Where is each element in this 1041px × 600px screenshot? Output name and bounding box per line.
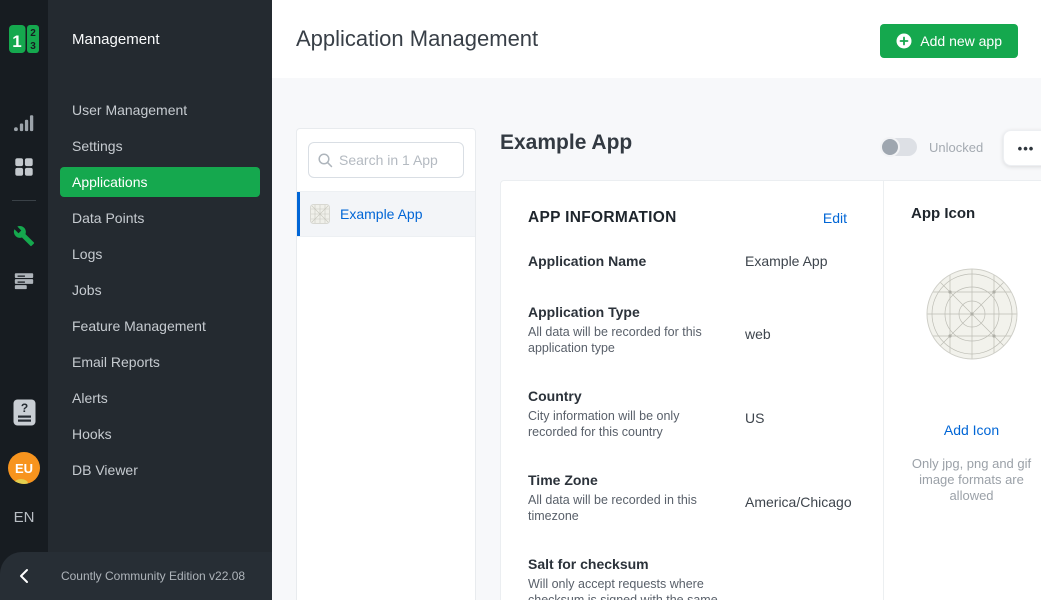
application-management-page: 1 2 3 — [0, 0, 1041, 600]
sidebar-item-user-management[interactable]: User Management — [60, 95, 260, 125]
selected-app-title: Example App — [500, 131, 632, 155]
field-label: Country — [528, 386, 745, 407]
lock-state-label: Unlocked — [929, 140, 983, 155]
field-time-zone: Time Zone All data will be recorded in t… — [528, 470, 847, 524]
sidebar-item-data-points[interactable]: Data Points — [60, 203, 260, 233]
field-salt-for-checksum: Salt for checksum Will only accept reque… — [528, 554, 847, 600]
field-country: Country City information will be only re… — [528, 386, 847, 440]
analytics-bar-chart-icon[interactable] — [0, 112, 48, 134]
plus-circle-icon — [896, 33, 912, 49]
database-server-icon[interactable] — [0, 270, 48, 292]
icon-format-hint: Only jpg, png and gif image formats are … — [901, 456, 1041, 504]
svg-text:?: ? — [20, 401, 27, 415]
edit-link[interactable]: Edit — [823, 210, 847, 226]
sidebar-footer: Countly Community Edition v22.08 — [0, 552, 272, 600]
ellipsis-icon: ••• — [1018, 141, 1035, 156]
menu-nav: User Management Settings Applications Da… — [48, 95, 272, 491]
app-icon-placeholder — [926, 268, 1018, 360]
sidebar-item-settings[interactable]: Settings — [60, 131, 260, 161]
field-value: web — [745, 324, 847, 356]
more-options-button[interactable]: ••• — [1003, 130, 1041, 166]
sidebar-item-db-viewer[interactable]: DB Viewer — [60, 455, 260, 485]
app-detail-card: APP INFORMATION Edit Application Name Ex… — [500, 180, 1041, 600]
field-value: Example App — [745, 251, 847, 272]
main-content: Example App Example App Unlocked ••• APP… — [272, 78, 1041, 600]
field-label: Time Zone — [528, 470, 745, 491]
field-value: US — [745, 408, 847, 440]
sidebar-item-email-reports[interactable]: Email Reports — [60, 347, 260, 377]
field-value — [745, 576, 847, 600]
svg-text:3: 3 — [30, 41, 36, 52]
lock-toggle-knob — [880, 137, 900, 157]
management-wrench-icon[interactable] — [0, 225, 48, 247]
menu-title: Management — [72, 31, 160, 48]
sidebar-item-feature-management[interactable]: Feature Management — [60, 311, 260, 341]
sidebar-item-jobs[interactable]: Jobs — [60, 275, 260, 305]
field-label: Application Name — [528, 251, 745, 272]
add-icon-link[interactable]: Add Icon — [944, 422, 999, 438]
field-description: Will only accept requests where checksum… — [528, 576, 728, 600]
field-description: All data will be recorded in this timezo… — [528, 492, 728, 524]
dashboard-grid-icon[interactable] — [0, 156, 48, 178]
app-icon-title: App Icon — [884, 205, 1041, 222]
sidebar: 1 2 3 — [0, 0, 272, 600]
field-value: America/Chicago — [745, 492, 852, 524]
avatar-initials: EU — [15, 461, 33, 476]
sidebar-menu-panel: Management User Management Settings Appl… — [48, 0, 272, 600]
strip-divider — [12, 200, 36, 201]
app-information-section: APP INFORMATION Edit Application Name Ex… — [501, 181, 884, 600]
collapse-sidebar-chevron-icon[interactable] — [0, 568, 48, 584]
section-title: APP INFORMATION — [528, 209, 677, 227]
field-label: Salt for checksum — [528, 554, 745, 575]
svg-text:1: 1 — [12, 32, 21, 51]
countly-logo-icon[interactable]: 1 2 3 — [8, 22, 40, 61]
add-new-app-label: Add new app — [920, 33, 1002, 49]
lock-toggle-group: Unlocked — [881, 138, 983, 156]
app-thumbnail-icon — [310, 204, 330, 224]
language-selector[interactable]: EN — [0, 509, 48, 526]
lock-toggle[interactable] — [881, 138, 917, 156]
field-description: City information will be only recorded f… — [528, 408, 728, 440]
field-label: Application Type — [528, 302, 745, 323]
sidebar-item-logs[interactable]: Logs — [60, 239, 260, 269]
sidebar-item-alerts[interactable]: Alerts — [60, 383, 260, 413]
search-icon — [317, 152, 333, 168]
add-new-app-button[interactable]: Add new app — [880, 24, 1018, 58]
sidebar-item-applications[interactable]: Applications — [60, 167, 260, 197]
top-header: Application Management Add new app — [272, 0, 1041, 78]
app-list-item-example-app[interactable]: Example App — [297, 191, 475, 237]
version-label: Countly Community Edition v22.08 — [48, 569, 272, 583]
app-list-panel: Example App — [296, 128, 476, 600]
user-avatar[interactable]: EU — [8, 452, 40, 484]
app-list-item-label: Example App — [340, 206, 423, 222]
sidebar-icon-strip: 1 2 3 — [0, 0, 48, 600]
help-feedback-icon[interactable]: ? — [0, 399, 48, 426]
svg-text:2: 2 — [30, 28, 36, 39]
field-application-name: Application Name Example App — [528, 251, 847, 272]
field-description: All data will be recorded for this appli… — [528, 324, 728, 356]
sidebar-item-hooks[interactable]: Hooks — [60, 419, 260, 449]
app-icon-section: App Icon — [884, 181, 1041, 600]
field-application-type: Application Type All data will be record… — [528, 302, 847, 356]
page-title: Application Management — [296, 26, 538, 52]
